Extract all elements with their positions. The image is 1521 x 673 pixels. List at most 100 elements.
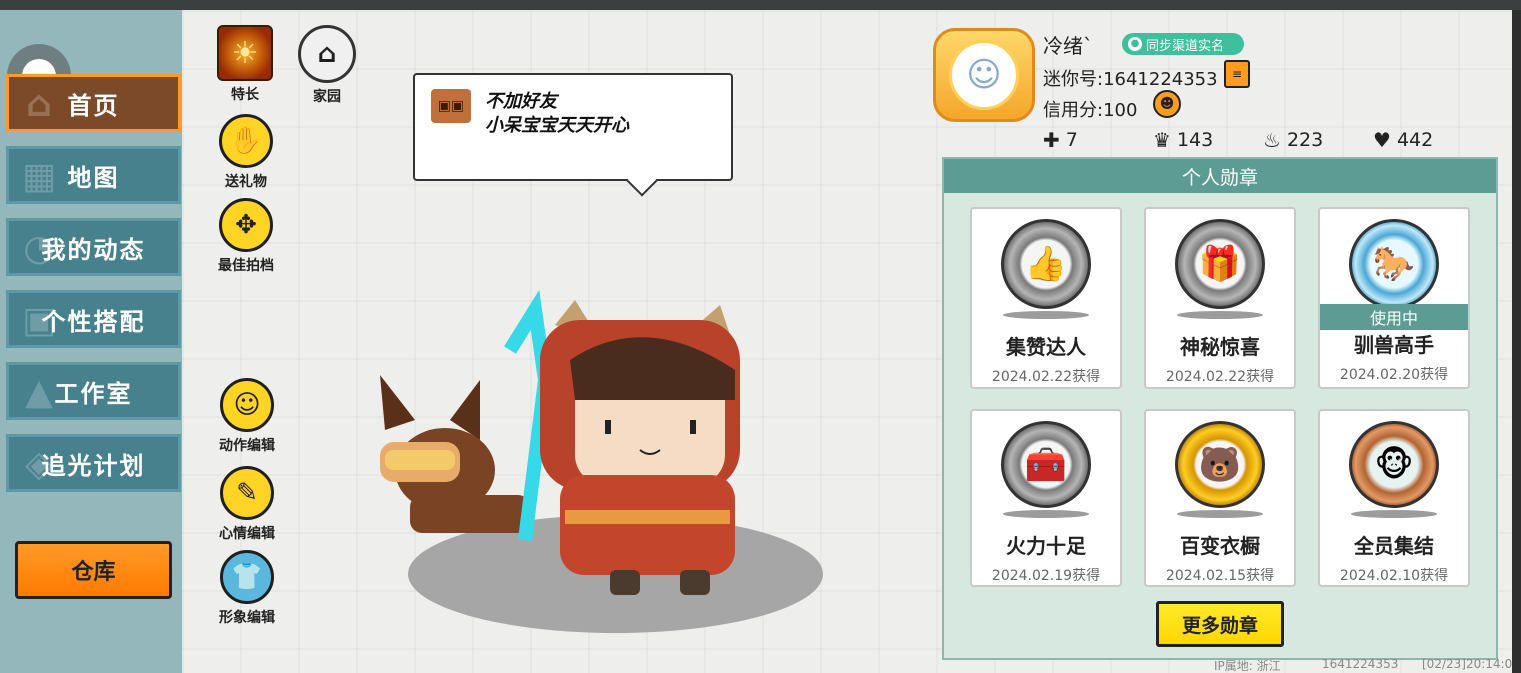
badge-title: 百变衣橱 [1180, 534, 1260, 558]
homeland-label: 家园 [313, 89, 341, 105]
badge-date: 2024.02.10获得 [1339, 568, 1449, 584]
badge-date: 2024.02.22获得 [1165, 369, 1275, 385]
badge-date: 2024.02.22获得 [991, 369, 1101, 385]
footer-timestamp: [02/23]20:14:0 [1422, 657, 1513, 671]
send-gift-button[interactable]: ✋ 送礼物 [206, 114, 286, 191]
stat-likes: ♥ 442 [1373, 128, 1433, 152]
signature-bubble[interactable]: ▣▣ 不加好友 小呆宝宝天天开心 [413, 73, 733, 181]
person-icon: ● [1128, 37, 1142, 51]
badge-card[interactable]: 🐵 全员集结 2024.02.10获得 [1318, 409, 1470, 587]
toolbox-medal-icon: 🧰 [1001, 421, 1091, 509]
badge-title: 火力十足 [1006, 534, 1086, 558]
horse-medal-icon: 🐎 [1349, 219, 1439, 309]
sidebar-item-label: 工作室 [54, 379, 133, 408]
copy-icon[interactable]: ≡ [1224, 60, 1250, 88]
tree-icon: ▲ [25, 372, 53, 413]
stat-value: 7 [1065, 129, 1078, 151]
handshake-icon: ✥ [219, 198, 273, 252]
mini-id: 迷你号:1641224353 [1043, 69, 1218, 90]
badge-panel-title: 个人勋章 [944, 159, 1496, 193]
stat-trophies: ♛ 143 [1153, 128, 1213, 152]
sidebar-item-light-plan[interactable]: ◈ 追光计划 [6, 434, 181, 492]
badge-date: 2024.02.19获得 [991, 568, 1101, 584]
character-illustration [380, 290, 740, 595]
monkey-medal-icon: 🐵 [1349, 421, 1439, 509]
map-icon: ▦ [21, 156, 56, 197]
stat-value: 143 [1176, 129, 1214, 151]
bear-wardrobe-medal-icon: 🐻 [1175, 421, 1265, 509]
badge-card[interactable]: 👍 集赞达人 2024.02.22获得 [970, 207, 1122, 389]
sidebar-item-my-feed[interactable]: ◔ 我的动态 [6, 218, 181, 276]
specialty-button[interactable]: ☀ 特长 [205, 25, 285, 104]
credit-person-icon[interactable]: ☻ [1153, 90, 1181, 118]
bookmark-plus-icon: ✚ [1043, 128, 1060, 152]
badge-title: 集赞达人 [1006, 335, 1086, 359]
sidebar-item-studio[interactable]: ▲ 工作室 [6, 362, 181, 420]
avatar-face-icon: ☺ [949, 40, 1019, 110]
stat-value: 223 [1286, 129, 1324, 151]
badge-card[interactable]: 🧰 火力十足 2024.02.19获得 [970, 409, 1122, 587]
profile-name: 冷绪` [1043, 34, 1093, 58]
in-use-label: 使用中 [1320, 304, 1468, 330]
send-gift-label: 送礼物 [225, 174, 267, 190]
action-edit-label: 动作编辑 [219, 438, 275, 454]
bear-face-icon: ▣▣ [431, 89, 471, 123]
signature-line-1: 不加好友 [485, 91, 557, 112]
sync-badge-label: 同步渠道实名 [1146, 38, 1225, 54]
best-partner-label: 最佳拍档 [218, 258, 274, 274]
home-icon: ⌂ [26, 84, 52, 125]
mood-edit-button[interactable]: ✎ 心情编辑 [207, 466, 287, 543]
sync-realname-badge[interactable]: ● 同步渠道实名 [1122, 33, 1244, 55]
medal-shadow [1003, 311, 1089, 319]
stat-value: 442 [1396, 129, 1434, 151]
best-partner-button[interactable]: ✥ 最佳拍档 [206, 198, 286, 275]
heart-icon: ♥ [1373, 128, 1391, 152]
window-edge [1512, 10, 1521, 673]
badge-title: 驯兽高手 [1354, 333, 1434, 357]
badge-date: 2024.02.15获得 [1165, 568, 1275, 584]
sidebar-item-outfit[interactable]: ▣ 个性搭配 [6, 290, 181, 348]
badge-title: 全员集结 [1354, 534, 1434, 558]
badge-date: 2024.02.20获得 [1339, 367, 1449, 383]
flame-icon: ♨ [1263, 128, 1281, 152]
stat-bookmarks: ✚ 7 [1043, 128, 1078, 152]
sidebar-item-label: 我的动态 [41, 235, 146, 264]
player-character-model[interactable] [360, 290, 830, 640]
more-badges-button[interactable]: 更多勋章 [1156, 601, 1284, 647]
top-bar [0, 0, 1521, 10]
image-edit-label: 形象编辑 [219, 610, 275, 626]
profile-avatar[interactable]: ☺ [933, 28, 1035, 122]
flame-avatar-icon: ☀ [217, 25, 273, 81]
edit-pencil-icon: ✎ [220, 466, 274, 520]
gift-hand-icon: ✋ [219, 114, 273, 168]
sidebar-item-label: 首页 [67, 91, 120, 120]
sidebar-item-label: 追光计划 [41, 451, 146, 480]
ip-location: IP属地: 浙江 [1214, 659, 1281, 673]
badge-card[interactable]: 🐎 使用中 驯兽高手 2024.02.20获得 [1318, 207, 1470, 389]
badge-card[interactable]: 🐻 百变衣橱 2024.02.15获得 [1144, 409, 1296, 587]
personal-badges-panel: 个人勋章 👍 集赞达人 2024.02.22获得 🎁 神秘惊喜 2024.02.… [942, 157, 1498, 660]
sidebar-item-label: 个性搭配 [41, 307, 146, 336]
sidebar-item-map[interactable]: ▦ 地图 [6, 146, 181, 204]
gift-medal-icon: 🎁 [1175, 219, 1265, 309]
specialty-label: 特长 [231, 87, 259, 103]
medal-shadow [1177, 311, 1263, 319]
action-edit-button[interactable]: ☺ 动作编辑 [207, 378, 287, 455]
thumbs-up-medal-icon: 👍 [1001, 219, 1091, 309]
warehouse-button[interactable]: 仓库 [15, 541, 172, 599]
mood-edit-label: 心情编辑 [219, 526, 275, 542]
medal-shadow [1003, 510, 1089, 518]
house-icon: ⌂ [298, 25, 356, 83]
trophy-icon: ♛ [1153, 128, 1171, 152]
homeland-button[interactable]: ⌂ 家园 [287, 25, 367, 106]
signature-line-2: 小呆宝宝天天开心 [485, 115, 629, 136]
dance-figure-icon: ☺ [220, 378, 274, 432]
image-edit-button[interactable]: 👕 形象编辑 [207, 550, 287, 627]
shirt-icon: 👕 [220, 550, 274, 604]
stat-popularity: ♨ 223 [1263, 128, 1323, 152]
medal-shadow [1177, 510, 1263, 518]
medal-shadow [1351, 510, 1437, 518]
sidebar-item-home[interactable]: ⌂ 首页 [6, 74, 181, 132]
badge-title: 神秘惊喜 [1180, 335, 1260, 359]
badge-card[interactable]: 🎁 神秘惊喜 2024.02.22获得 [1144, 207, 1296, 389]
